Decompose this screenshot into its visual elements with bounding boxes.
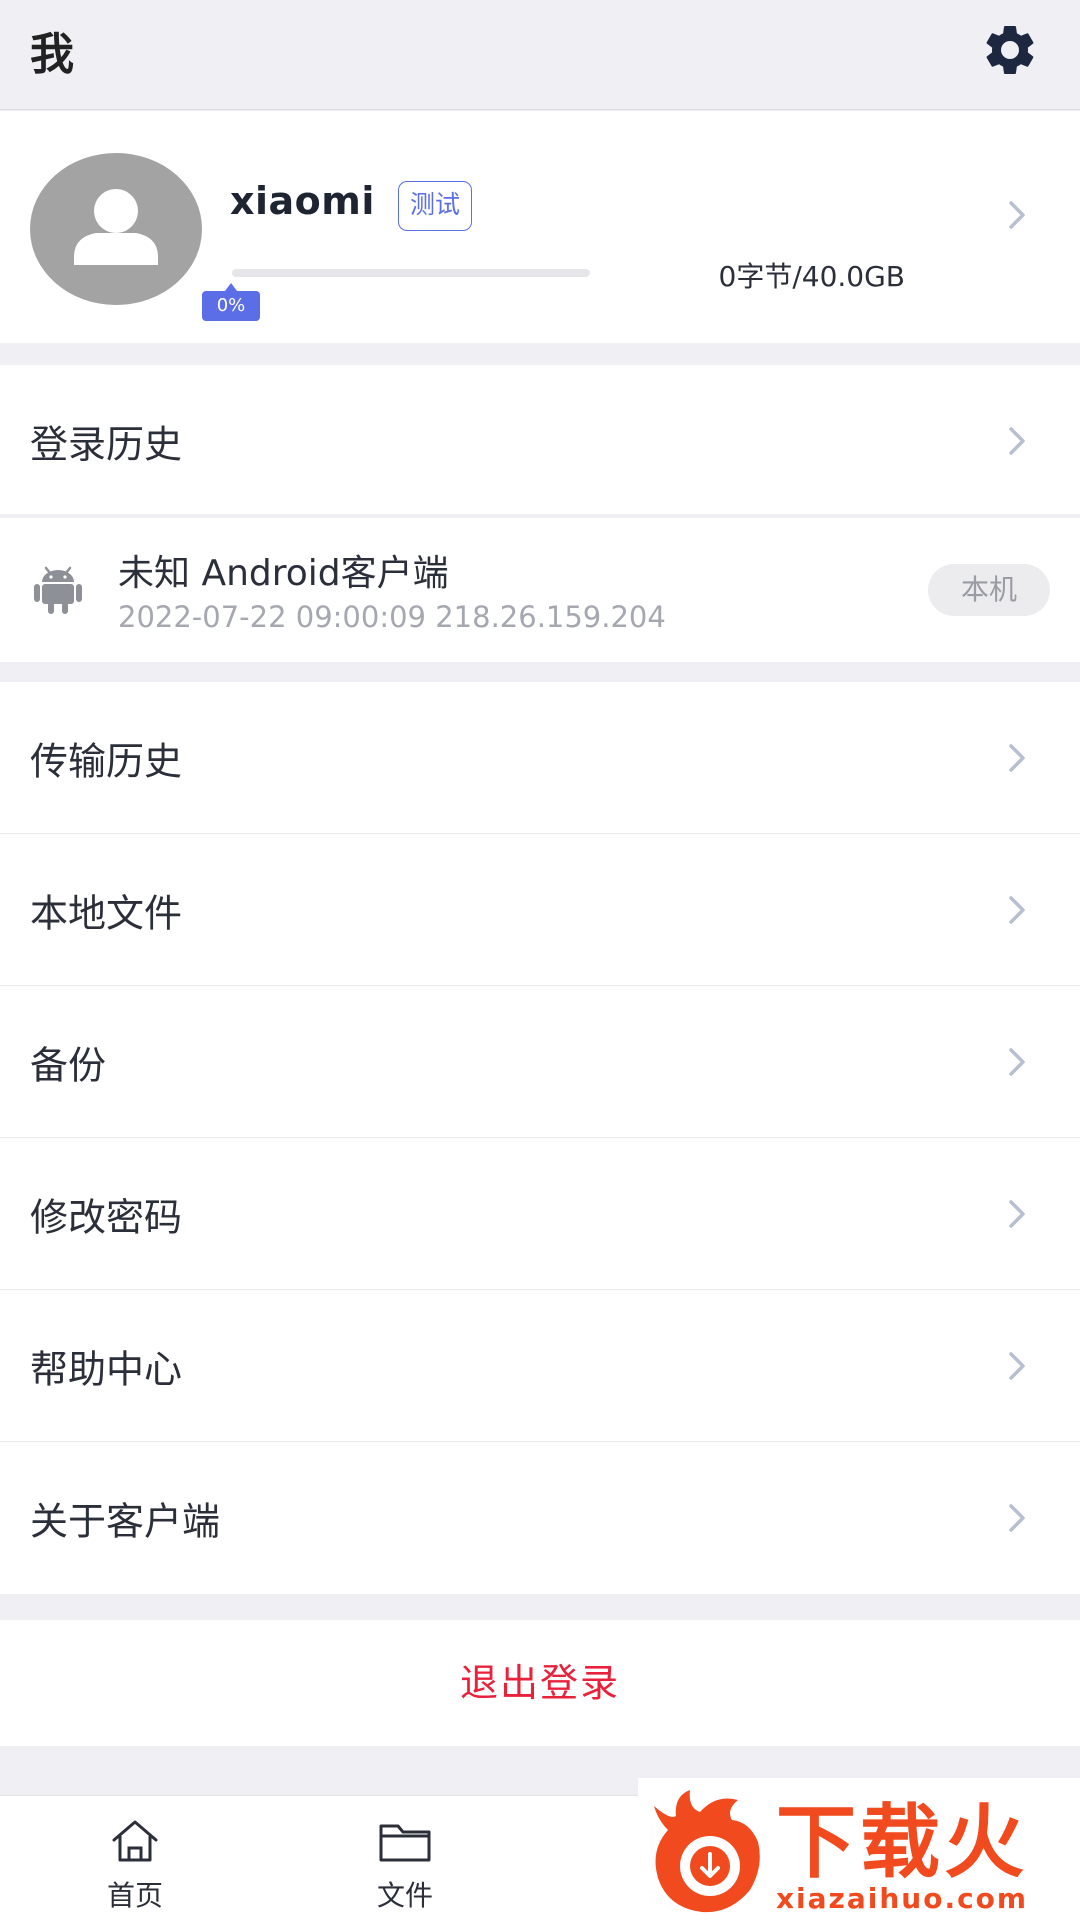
storage-progress-bar bbox=[232, 269, 590, 277]
watermark-url: xiazaihuo.com bbox=[776, 1882, 1029, 1915]
folder-icon bbox=[379, 1824, 431, 1862]
menu-item-label: 帮助中心 bbox=[30, 1347, 183, 1392]
user-tag-badge: 测试 bbox=[398, 181, 473, 231]
chevron-right-icon bbox=[1009, 744, 1025, 772]
home-icon bbox=[112, 1820, 158, 1862]
watermark-text: 下载火 bbox=[776, 1796, 1028, 1889]
device-list-item: 未知 Android客户端 2022-07-22 09:00:09 218.26… bbox=[0, 518, 1080, 662]
chevron-right-icon bbox=[1009, 1352, 1025, 1380]
device-name: 未知 Android客户端 bbox=[118, 553, 449, 594]
username: xiaomi bbox=[230, 179, 375, 223]
chevron-right-icon bbox=[1009, 1200, 1025, 1228]
menu-item-about-client[interactable]: 关于客户端 bbox=[0, 1442, 1080, 1594]
nav-item-files[interactable]: 文件 bbox=[270, 1796, 540, 1920]
current-device-badge: 本机 bbox=[928, 564, 1050, 616]
menu-item-help-center[interactable]: 帮助中心 bbox=[0, 1290, 1080, 1442]
menu-item-login-history[interactable]: 登录历史 bbox=[0, 365, 1080, 517]
logout-button[interactable]: 退出登录 bbox=[0, 1620, 1080, 1746]
profile-page: 我 xiaomi 测试 0% 0字节/40.0GB 登录历史 未知 Androi… bbox=[0, 0, 1080, 1920]
gear-icon[interactable] bbox=[980, 20, 1040, 80]
storage-usage-text: 0字节/40.0GB bbox=[718, 260, 906, 293]
menu-item-label: 备份 bbox=[30, 1043, 107, 1088]
menu-item-label: 登录历史 bbox=[30, 422, 183, 467]
avatar bbox=[30, 153, 202, 305]
storage-progress-label: 0% bbox=[202, 283, 260, 321]
nav-label: 首页 bbox=[106, 1879, 163, 1912]
chevron-right-icon bbox=[1009, 201, 1025, 229]
chevron-right-icon bbox=[1009, 1048, 1025, 1076]
nav-item-home[interactable]: 首页 bbox=[0, 1796, 270, 1920]
menu-item-label: 关于客户端 bbox=[30, 1499, 221, 1544]
top-bar: 我 bbox=[0, 0, 1080, 110]
menu-item-label: 传输历史 bbox=[30, 739, 183, 784]
chevron-right-icon bbox=[1009, 896, 1025, 924]
nav-label: 文件 bbox=[376, 1879, 433, 1912]
profile-card[interactable]: xiaomi 测试 0% 0字节/40.0GB bbox=[0, 111, 1080, 343]
menu-item-change-password[interactable]: 修改密码 bbox=[0, 1138, 1080, 1290]
menu-item-label: 修改密码 bbox=[30, 1195, 183, 1240]
chevron-right-icon bbox=[1009, 427, 1025, 455]
chevron-right-icon bbox=[1009, 1504, 1025, 1532]
flame-logo-icon bbox=[654, 1790, 760, 1913]
page-title: 我 bbox=[30, 29, 74, 80]
android-icon bbox=[34, 566, 82, 614]
watermark: 下载火 xiazaihuo.com bbox=[638, 1778, 1080, 1920]
user-icon bbox=[74, 189, 158, 265]
menu-item-local-files[interactable]: 本地文件 bbox=[0, 834, 1080, 986]
device-login-info: 2022-07-22 09:00:09 218.26.159.204 bbox=[118, 600, 666, 634]
menu-item-label: 本地文件 bbox=[30, 891, 183, 936]
menu-item-transfer-history[interactable]: 传输历史 bbox=[0, 682, 1080, 834]
menu-item-backup[interactable]: 备份 bbox=[0, 986, 1080, 1138]
